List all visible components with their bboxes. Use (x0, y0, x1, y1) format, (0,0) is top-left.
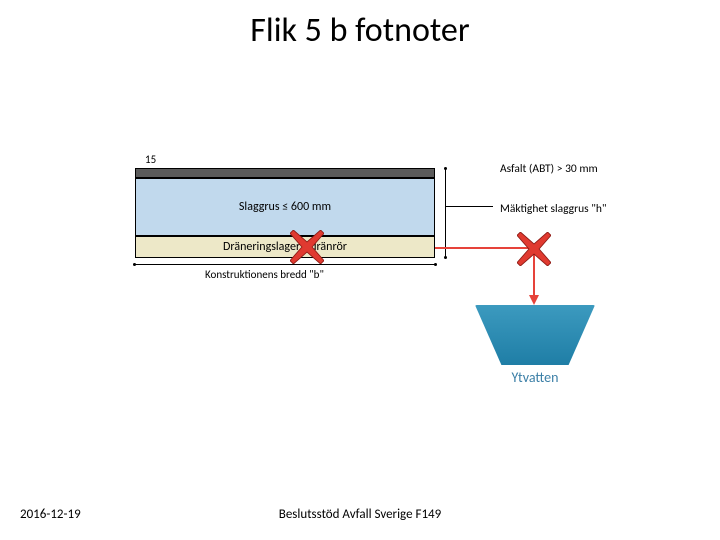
height-bracket-lead (445, 206, 493, 207)
thickness-label: Mäktighet slaggrus "h" (500, 202, 606, 216)
height-bracket (445, 168, 446, 258)
footer-center: Beslutsstöd Avfall Sverige F149 (0, 507, 720, 522)
surface-water-shape: Ytvatten (475, 305, 595, 386)
outflow-arrow-h (435, 247, 535, 249)
width-dim-label: Konstruktionens bredd "b" (205, 268, 324, 281)
page-title: Flik 5 b fotnoter (0, 10, 720, 51)
dim-dot (444, 167, 447, 170)
cross-section-diagram: 15 Slaggrus ≤ 600 mm Dräneringslager / d… (115, 150, 615, 400)
top-tick-number: 15 (145, 153, 156, 166)
dim-dot (444, 256, 447, 259)
trapezoid-icon (475, 305, 595, 365)
drain-layer-label: Dräneringslager / dränrör (223, 240, 347, 254)
slag-layer-label: Slaggrus ≤ 600 mm (239, 200, 331, 214)
asphalt-layer (135, 168, 435, 178)
width-dim-line (135, 264, 435, 265)
asphalt-label: Asfalt (ABT) > 30 mm (500, 162, 598, 176)
surface-water-label: Ytvatten (475, 369, 595, 386)
outflow-arrow-v (533, 247, 535, 297)
outflow-arrowhead (529, 295, 539, 305)
drain-layer: Dräneringslager / dränrör (135, 236, 435, 258)
slag-layer: Slaggrus ≤ 600 mm (135, 178, 435, 236)
